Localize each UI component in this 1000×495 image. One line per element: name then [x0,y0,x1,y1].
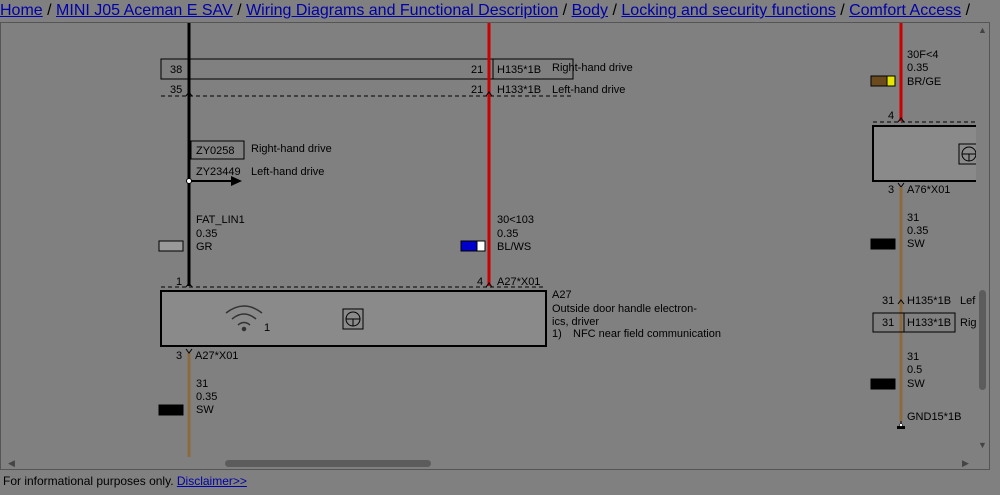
a27-icon-note-number: 1 [264,322,270,334]
wire-left-color: GR [196,241,213,253]
right-wire2-size: 0.35 [907,225,928,237]
right-connector-h135: H135*1B [907,295,951,307]
right-pin-3: 3 [888,184,894,196]
ground-icon [897,421,905,429]
wire-left-name: FAT_LIN1 [196,214,245,226]
diagram-viewer[interactable]: 38 21 H135*1B Right-hand drive 35 21 H13… [0,22,990,470]
right-wire3-name: 31 [907,351,919,363]
right-hand-drive-label: Right-hand drive [552,62,633,74]
module-a76 [872,125,976,182]
breadcrumb: Home / MINI J05 Aceman E SAV / Wiring Di… [0,0,1000,22]
vertical-scroll-thumb[interactable] [979,290,986,390]
connector-a27x01-top: A27*X01 [497,276,540,288]
color-swatch-gr [158,240,184,252]
scroll-up-icon[interactable]: ▲ [978,25,987,35]
right-pin-31a: 31 [882,295,894,307]
breadcrumb-wiring[interactable]: Wiring Diagrams and Functional Descripti… [246,2,558,19]
pin-21b: 21 [471,84,483,96]
wire-mid-color: BL/WS [497,241,531,253]
left-hand-drive-label: Left-hand drive [552,84,625,96]
breadcrumb-separator: / [965,2,971,19]
connector-a27x01-bottom: A27*X01 [195,350,238,362]
a27-id: A27 [552,289,572,301]
right-wire1-name: 30F<4 [907,49,939,61]
pin-35: 35 [170,84,182,96]
breadcrumb-separator: / [612,2,617,19]
breadcrumb-locking[interactable]: Locking and security functions [621,2,835,19]
pin-38: 38 [170,64,182,76]
right-connector-a76: A76*X01 [907,184,950,196]
connector-h135-label: H135*1B [497,64,541,76]
breadcrumb-separator: / [562,2,568,19]
color-swatch-br-ge [870,75,896,87]
horizontal-scrollbar[interactable]: ◀ ▶ [0,456,975,470]
breadcrumb-separator: / [237,2,242,19]
scroll-down-icon[interactable]: ▼ [978,440,987,450]
wire-bottom-name: 31 [196,378,208,390]
right-rhd-partial: Rig [960,317,976,329]
wire-mid-size: 0.35 [497,228,518,240]
right-wire3-size: 0.5 [907,364,922,376]
disclaimer-link[interactable]: Disclaimer>> [177,474,247,488]
breadcrumb-vehicle[interactable]: MINI J05 Aceman E SAV [56,2,233,19]
right-wire3-color: SW [907,378,925,390]
right-connector-h133: H133*1B [907,317,951,329]
right-pin-4: 4 [888,110,894,122]
pin-21a: 21 [471,64,483,76]
wiring-diagram: 38 21 H135*1B Right-hand drive 35 21 H13… [158,23,976,457]
a27-note: NFC near field communication [573,328,721,340]
right-wire2-name: 31 [907,212,919,224]
breadcrumb-body[interactable]: Body [572,2,608,19]
footer-text: For informational purposes only. [3,474,174,488]
wire-bottom-size: 0.35 [196,391,217,403]
breadcrumb-comfort-access[interactable]: Comfort Access [849,2,961,19]
a27-desc-line1: Outside door handle electron- [552,303,697,315]
pin-4: 4 [477,276,483,288]
connector-h133-label: H133*1B [497,84,541,96]
zy0258-label: Right-hand drive [251,143,332,155]
breadcrumb-separator: / [47,2,52,19]
color-swatch-bl-ws [460,240,486,252]
right-wire1-color: BR/GE [907,76,941,88]
pin-1: 1 [176,276,182,288]
horizontal-scroll-thumb[interactable] [225,460,431,467]
breadcrumb-separator: / [840,2,845,19]
right-lhd-partial: Lef [960,295,976,307]
color-swatch-sw [870,238,896,250]
vertical-scrollbar[interactable]: ▲ ▼ [975,22,990,456]
scroll-left-icon[interactable]: ◀ [8,456,15,470]
a27-note-number: 1) [552,328,562,340]
wire-bottom-color: SW [196,404,214,416]
zy23449-code: ZY23449 [196,166,241,178]
right-pin-31b: 31 [882,317,894,329]
color-swatch-sw [870,378,896,390]
right-wire1-size: 0.35 [907,62,928,74]
wire-mid-name: 30<103 [497,214,534,226]
pin-3: 3 [176,350,182,362]
scroll-right-icon[interactable]: ▶ [962,456,969,470]
zy0258-code: ZY0258 [196,145,235,157]
wire-left-size: 0.35 [196,228,217,240]
right-ground-label: GND15*1B [907,411,961,423]
breadcrumb-home[interactable]: Home [0,2,43,19]
zy23449-label: Left-hand drive [251,166,324,178]
right-wire2-color: SW [907,238,925,250]
footer: For informational purposes only. Disclai… [3,474,247,488]
a27-desc-line2: ics, driver [552,316,599,328]
color-swatch-sw [158,404,184,416]
